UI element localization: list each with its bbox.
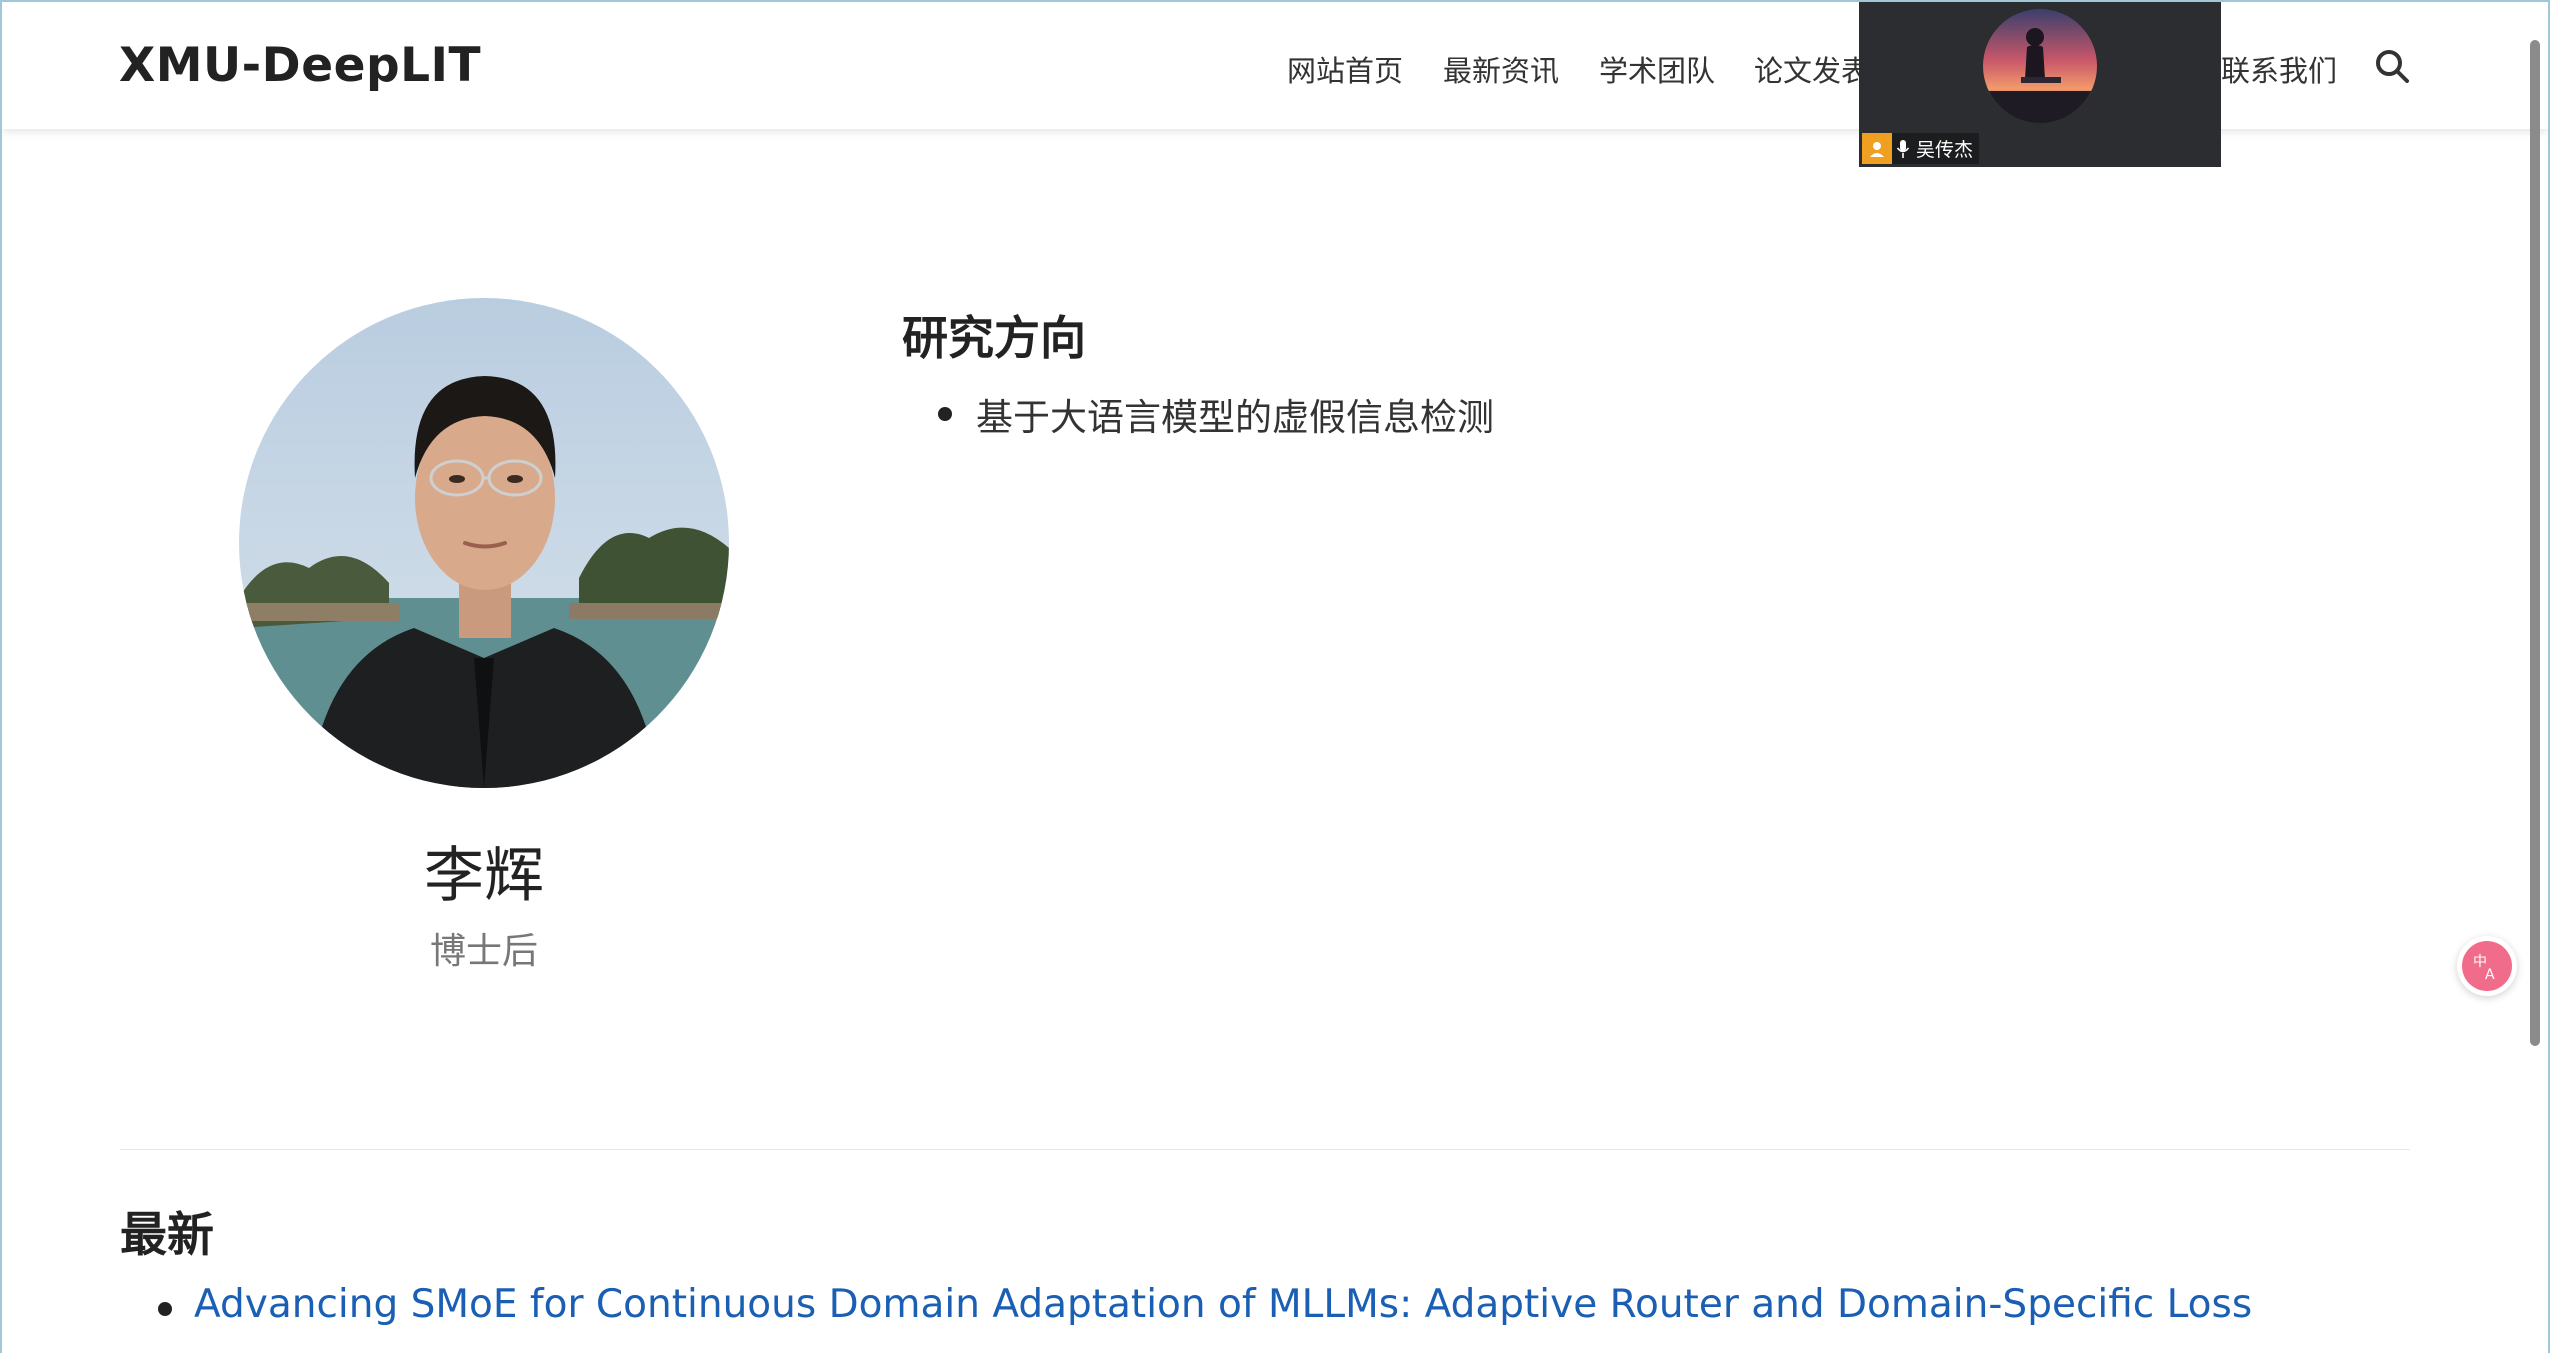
user-icon [1862, 133, 1892, 164]
latest-title: 最新 [120, 1208, 214, 1263]
nav-item-contact[interactable]: 联系我们 [2221, 48, 2337, 90]
translate-icon: 中 A [2462, 941, 2512, 991]
video-call-overlay[interactable]: 吴传杰 [1859, 2, 2221, 167]
translate-widget[interactable]: 中 A [2457, 936, 2517, 996]
participant-name-box: 吴传杰 [1892, 133, 1980, 164]
nav-item-home[interactable]: 网站首页 [1287, 48, 1403, 90]
research-bullet [938, 407, 952, 421]
page-scrollbar[interactable] [2530, 40, 2540, 1046]
search-icon[interactable] [2374, 48, 2410, 84]
nav-item-team[interactable]: 学术团队 [1599, 48, 1715, 90]
participant-name: 吴传杰 [1916, 139, 1974, 161]
browser-viewport: XMU-DeepLIT 网站首页 最新资讯 学术团队 论文发表 联系我们 吴传杰… [0, 0, 2550, 1353]
site-brand[interactable]: XMU-DeepLIT [119, 38, 481, 93]
participant-avatar [1983, 9, 2097, 123]
profile-photo [239, 298, 729, 788]
participant-tag: 吴传杰 [1862, 133, 1980, 164]
microphone-icon [1896, 139, 1910, 159]
section-divider [120, 1149, 2410, 1150]
nav-item-publications[interactable]: 论文发表 [1754, 48, 1870, 90]
svg-text:A: A [2485, 967, 2495, 983]
person-role: 博士后 [429, 931, 538, 972]
research-item: 基于大语言模型的虚假信息检测 [976, 396, 1494, 439]
latest-bullet [158, 1302, 172, 1316]
latest-item-link[interactable]: Advancing SMoE for Continuous Domain Ada… [194, 1282, 2252, 1327]
nav-item-news[interactable]: 最新资讯 [1443, 48, 1559, 90]
person-name: 李辉 [424, 841, 544, 911]
research-title: 研究方向 [902, 311, 1086, 365]
